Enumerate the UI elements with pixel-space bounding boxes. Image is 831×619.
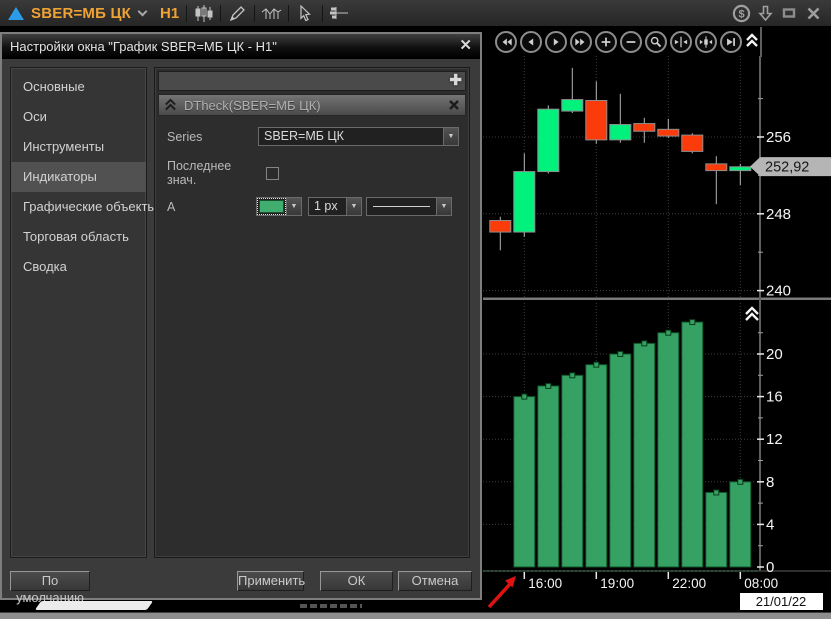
settings-dialog: Настройки окна "График SBER=МБ ЦК - H1" … <box>0 32 482 600</box>
date-label: 21/01/22 <box>740 593 823 610</box>
obscured-content <box>35 601 153 610</box>
scroll-left-button[interactable] <box>520 31 542 53</box>
sidebar-item[interactable]: Сводка <box>11 252 146 282</box>
sidebar-item[interactable]: Основные <box>11 72 146 102</box>
indicator-header[interactable]: DTheck(SBER=МБ ЦК) <box>158 94 466 116</box>
compress-scale-button[interactable] <box>670 31 692 53</box>
svg-text:16: 16 <box>766 389 783 406</box>
chart-area: 256 248 240 20 16 12 8 4 0 252,92 16:00 19:00 22:00 0… <box>483 27 831 612</box>
svg-text:19:00: 19:00 <box>600 576 634 591</box>
price-axis-line <box>760 27 762 57</box>
money-icon[interactable]: $ <box>729 1 753 25</box>
add-indicator-button[interactable]: ✚ <box>449 71 462 89</box>
svg-text:22:00: 22:00 <box>672 576 706 591</box>
default-button[interactable]: По умолчанию <box>10 571 90 591</box>
collapse-panel-icon <box>746 308 758 320</box>
svg-text:256: 256 <box>766 129 791 146</box>
scroll-start-button[interactable] <box>495 31 517 53</box>
zoom-in-button[interactable] <box>595 31 617 53</box>
chevron-down-icon[interactable]: ▼ <box>443 128 458 145</box>
chart-plot[interactable]: 256 248 240 20 16 12 8 4 0 252,92 16:00 19:00 22:00 0… <box>483 56 831 612</box>
line-style-select[interactable]: ▼ <box>366 197 452 216</box>
dialog-titlebar[interactable]: Настройки окна "График SBER=МБ ЦК - H1" … <box>2 34 480 59</box>
scroll-end-button[interactable] <box>570 31 592 53</box>
ok-button[interactable]: ОК <box>320 571 393 591</box>
remove-indicator-icon[interactable] <box>448 99 460 111</box>
chevron-down-icon[interactable]: ▼ <box>436 198 451 215</box>
scroll-right-button[interactable] <box>545 31 567 53</box>
chart-type-icon[interactable] <box>258 1 285 25</box>
line-style-sample <box>373 206 430 207</box>
symbol-title: SBER=МБ ЦК <box>31 5 131 22</box>
svg-text:240: 240 <box>766 283 791 300</box>
svg-text:252,92: 252,92 <box>765 160 809 176</box>
sidebar-item[interactable]: Оси <box>11 102 146 132</box>
zoom-out-button[interactable] <box>620 31 642 53</box>
compress-candles-button[interactable] <box>695 31 717 53</box>
svg-text:8: 8 <box>766 474 774 491</box>
svg-text:20: 20 <box>766 346 783 363</box>
cancel-button[interactable]: Отмена <box>398 571 472 591</box>
bottom-status-strip <box>0 612 831 619</box>
svg-text:12: 12 <box>766 431 783 448</box>
svg-text:21/01/22: 21/01/22 <box>756 594 807 609</box>
indicator-panel: ✚ DTheck(SBER=МБ ЦК) Series SBER=МБ ЦК ▼… <box>154 67 470 558</box>
svg-text:$: $ <box>738 8 744 20</box>
sidebar-item[interactable]: Индикаторы <box>11 162 146 192</box>
go-to-last-button[interactable] <box>720 31 742 53</box>
chart-toolbar <box>495 31 745 53</box>
series-value: SBER=МБ ЦК <box>259 128 443 145</box>
sidebar-item[interactable]: Торговая область <box>11 222 146 252</box>
sidebar-item[interactable]: Графические объекты <box>11 192 146 222</box>
collapse-section-icon[interactable] <box>164 98 177 112</box>
obscured-content <box>300 604 362 608</box>
svg-text:4: 4 <box>766 516 774 533</box>
chevron-down-icon[interactable]: ▼ <box>286 198 301 215</box>
dialog-close-icon[interactable]: ✕ <box>459 39 472 53</box>
line-width-value: 1 px <box>309 198 346 215</box>
indicator-bars-group <box>514 320 751 567</box>
dialog-title: Настройки окна "График SBER=МБ ЦК - H1" <box>10 39 277 54</box>
last-value-checkbox[interactable] <box>266 167 279 180</box>
candlestick-style-icon[interactable] <box>190 1 217 25</box>
timeframe-label[interactable]: H1 <box>160 5 179 22</box>
time-axis: 16:00 19:00 22:00 08:00 <box>524 572 778 591</box>
close-icon[interactable] <box>801 1 825 25</box>
application-window: SBER=МБ ЦК H1 $ 256 248 240 20 16 12 8 4 0 252,92… <box>0 0 831 619</box>
series-label: Series <box>167 130 258 144</box>
svg-text:0: 0 <box>766 559 774 576</box>
chart-window-titlebar: SBER=МБ ЦК H1 $ <box>0 0 831 27</box>
window-controls: $ <box>729 1 831 25</box>
indicator-list-strip: ✚ <box>158 71 466 91</box>
svg-text:248: 248 <box>766 206 791 223</box>
svg-text:16:00: 16:00 <box>528 576 562 591</box>
line-width-select[interactable]: 1 px ▼ <box>308 197 362 216</box>
chevron-down-icon[interactable]: ▼ <box>346 198 361 215</box>
param-a-label: A <box>167 200 258 214</box>
color-select[interactable]: ▼ <box>256 197 302 216</box>
svg-text:08:00: 08:00 <box>744 576 778 591</box>
dialog-sidebar: ОсновныеОсиИнструментыИндикаторыГрафичес… <box>10 67 147 558</box>
color-swatch <box>259 200 284 213</box>
sidebar-item[interactable]: Инструменты <box>11 132 146 162</box>
last-value-label: Последнее знач. <box>167 159 258 187</box>
chevron-down-icon[interactable] <box>138 7 148 17</box>
trend-arrow-annotation <box>489 576 516 607</box>
draw-pencil-icon[interactable] <box>224 1 251 25</box>
current-price-tag: 252,92 <box>750 157 831 176</box>
indicator-title: DTheck(SBER=МБ ЦК) <box>184 98 448 113</box>
app-logo-icon <box>8 7 24 20</box>
cursor-icon[interactable] <box>292 1 319 25</box>
download-icon[interactable] <box>753 1 777 25</box>
minimize-icon[interactable] <box>777 1 801 25</box>
quotes-levels-icon[interactable] <box>326 1 353 25</box>
candles-group <box>490 68 751 250</box>
zoom-select-button[interactable] <box>645 31 667 53</box>
series-select[interactable]: SBER=МБ ЦК ▼ <box>258 127 459 146</box>
collapse-toolbar-icon[interactable] <box>745 32 759 55</box>
apply-button[interactable]: Применить <box>237 571 304 591</box>
